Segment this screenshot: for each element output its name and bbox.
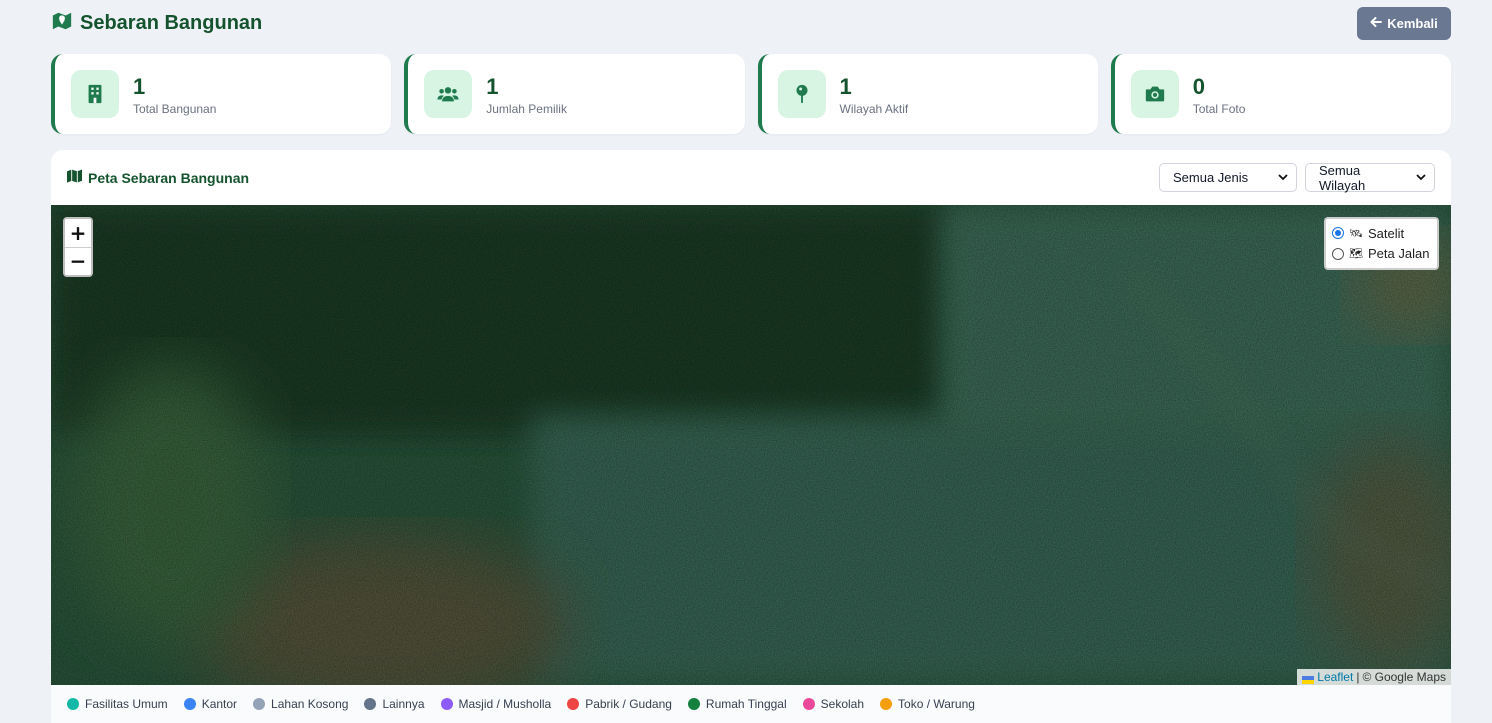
- radio-selected[interactable]: [1332, 227, 1344, 240]
- stat-value: 0: [1192, 74, 1205, 99]
- legend-dot: [67, 698, 79, 710]
- legend-item: Kantor: [183, 697, 238, 711]
- map-panel: Peta Sebaran Bangunan Semua Jenis Semua …: [51, 150, 1451, 723]
- stat-value: 1: [486, 74, 499, 99]
- stat-value: 1: [839, 74, 852, 99]
- chevron-down-icon: [1406, 170, 1426, 185]
- region-select-value: Semua Wilayah: [1319, 162, 1366, 193]
- satellite-icon: 🛰: [1349, 227, 1363, 240]
- stats-row: 1 Total Bangunan 1 Jumlah Pemilik 1 Wila…: [51, 54, 1451, 134]
- legend-dot: [802, 698, 815, 710]
- legend-item: Lahan Kosong: [253, 697, 348, 711]
- layer-option-satelit[interactable]: 🛰 Satelit: [1332, 226, 1431, 241]
- leaflet-link[interactable]: Leaflet: [1317, 670, 1353, 684]
- radio-unselected[interactable]: [1332, 247, 1344, 260]
- chevron-down-icon: [1268, 170, 1288, 185]
- stat-label: Total Foto: [1192, 102, 1246, 116]
- building-type-select[interactable]: Semua Jenis: [1159, 163, 1297, 192]
- title-group: Sebaran Bangunan: [51, 10, 262, 37]
- legend-label: Masjid / Musholla: [458, 697, 552, 711]
- legend-label: Sekolah: [820, 697, 865, 711]
- legend-item: Lainnya: [364, 697, 425, 711]
- zoom-control: + −: [63, 217, 93, 277]
- legend-dot: [253, 698, 266, 710]
- stat-card-total-bangunan: 1 Total Bangunan: [51, 54, 392, 134]
- map-icon: [67, 169, 82, 186]
- legend-item: Sekolah: [802, 697, 865, 711]
- camera-icon: [1130, 70, 1179, 118]
- map-panel-title: Peta Sebaran Bangunan: [88, 169, 250, 186]
- map-canvas[interactable]: + − 🛰 Satelit 🗺 Peta Jalan Leaflet | © G…: [51, 205, 1451, 685]
- legend-label: Rumah Tinggal: [705, 697, 787, 711]
- satellite-imagery: [51, 205, 1451, 685]
- map-panel-header: Peta Sebaran Bangunan Semua Jenis Semua …: [51, 150, 1451, 205]
- back-button-label: Kembali: [1387, 15, 1438, 31]
- building-type-select-value: Semua Jenis: [1173, 170, 1249, 185]
- legend-label: Pabrik / Gudang: [585, 697, 672, 711]
- stat-label: Wilayah Aktif: [839, 102, 909, 116]
- legend-label: Toko / Warung: [898, 697, 975, 711]
- legend-item: Pabrik / Gudang: [567, 697, 672, 711]
- legend-dot: [183, 698, 196, 710]
- map-legend: Fasilitas Umum Kantor Lahan Kosong Lainn…: [51, 685, 1451, 723]
- layer-label: Peta Jalan: [1368, 246, 1430, 262]
- legend-item: Toko / Warung: [880, 697, 975, 711]
- legend-label: Lahan Kosong: [271, 697, 349, 711]
- building-icon: [71, 70, 119, 118]
- attribution-source: © Google Maps: [1362, 670, 1446, 684]
- ukraine-flag-icon: [1302, 673, 1315, 684]
- zoom-out-button[interactable]: −: [65, 246, 91, 275]
- legend-dot: [880, 698, 893, 710]
- legend-label: Fasilitas Umum: [85, 697, 168, 711]
- stat-card-total-foto: 0 Total Foto: [1110, 54, 1451, 134]
- stat-label: Total Bangunan: [133, 102, 217, 116]
- stat-label: Jumlah Pemilik: [486, 102, 567, 116]
- stat-card-wilayah-aktif: 1 Wilayah Aktif: [757, 54, 1098, 134]
- legend-dot: [440, 698, 453, 710]
- legend-label: Lainnya: [382, 697, 425, 711]
- stat-value: 1: [133, 74, 146, 99]
- layer-switcher: 🛰 Satelit 🗺 Peta Jalan: [1324, 217, 1439, 270]
- legend-label: Kantor: [201, 697, 238, 711]
- legend-dot: [364, 698, 377, 710]
- legend-item: Masjid / Musholla: [440, 697, 552, 711]
- map-filters: Semua Jenis Semua Wilayah: [1159, 162, 1435, 193]
- map-panel-title-group: Peta Sebaran Bangunan: [67, 169, 249, 186]
- region-select[interactable]: Semua Wilayah: [1305, 162, 1435, 193]
- road-map-icon: 🗺: [1349, 248, 1363, 261]
- legend-dot: [567, 698, 580, 710]
- zoom-in-button[interactable]: +: [65, 219, 91, 247]
- map-marked-icon: [51, 10, 73, 37]
- legend-item: Rumah Tinggal: [687, 697, 787, 711]
- map-attribution: Leaflet | © Google Maps: [1297, 669, 1451, 685]
- legend-dot: [687, 698, 700, 710]
- page-title: Sebaran Bangunan: [80, 11, 263, 34]
- arrow-left-icon: [1370, 16, 1383, 31]
- stat-card-jumlah-pemilik: 1 Jumlah Pemilik: [404, 54, 745, 134]
- page-header: Sebaran Bangunan Kembali: [51, 6, 1451, 40]
- legend-item: Fasilitas Umum: [67, 697, 168, 711]
- attribution-separator: |: [1356, 670, 1360, 684]
- map-pin-icon: [777, 70, 826, 118]
- layer-label: Satelit: [1368, 225, 1405, 241]
- users-icon: [424, 70, 473, 118]
- layer-option-peta-jalan[interactable]: 🗺 Peta Jalan: [1332, 246, 1431, 261]
- back-button[interactable]: Kembali: [1357, 6, 1451, 40]
